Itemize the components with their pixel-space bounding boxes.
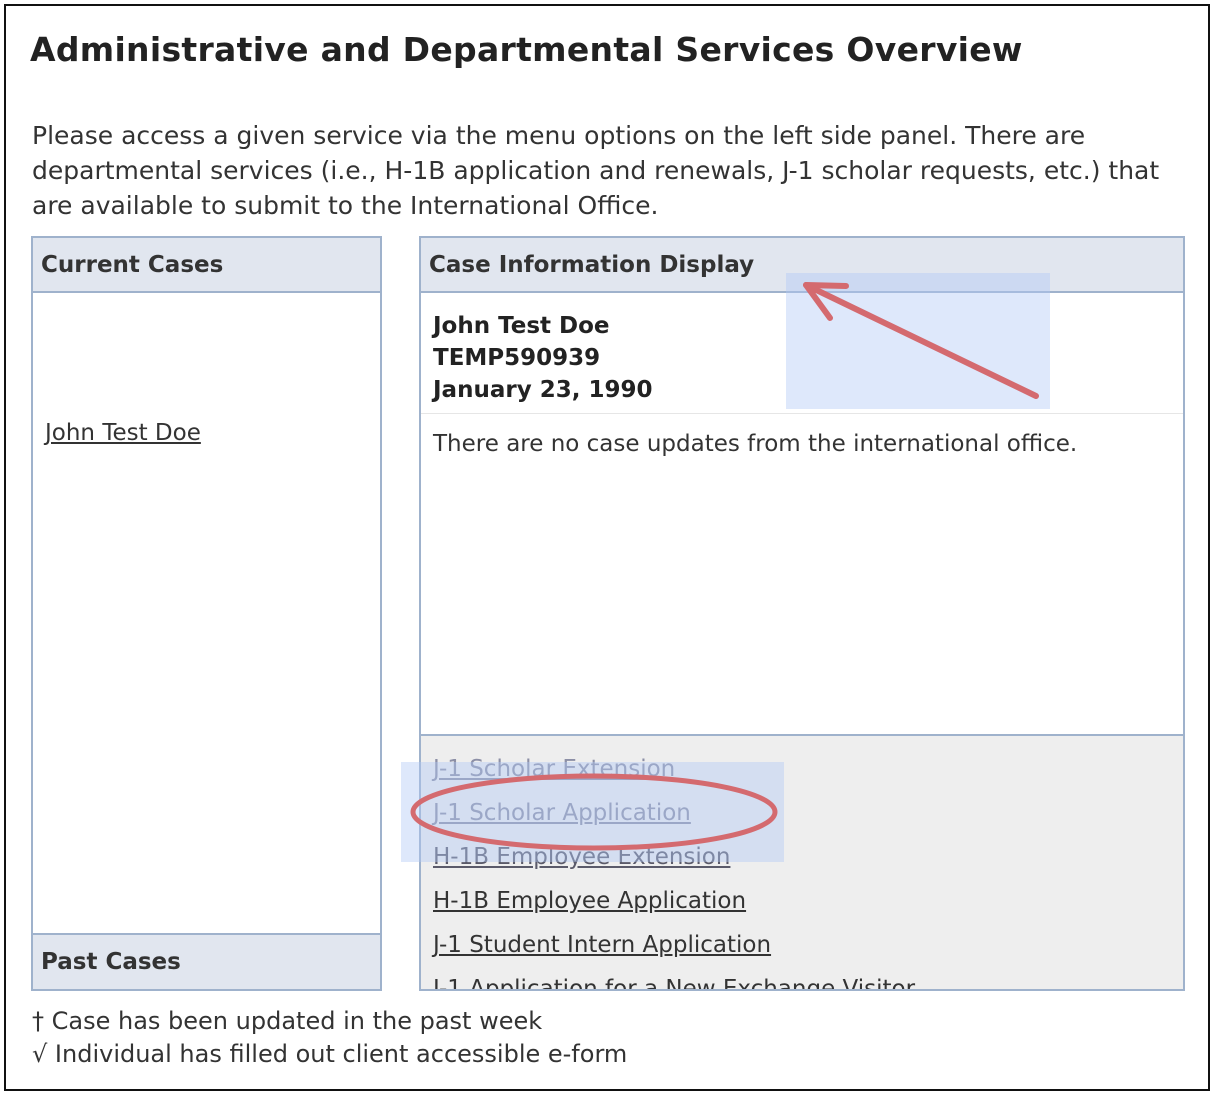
person-id: TEMP590939 — [433, 345, 601, 371]
person-name: John Test Doe — [433, 313, 610, 339]
case-updates-text: There are no case updates from the inter… — [433, 431, 1078, 457]
case-info-header: Case Information Display — [421, 238, 1183, 293]
current-cases-header: Current Cases — [33, 238, 380, 293]
service-h1b-employee-application[interactable]: H-1B Employee Application — [433, 888, 746, 914]
service-j1-student-intern-application[interactable]: J-1 Student Intern Application — [433, 932, 771, 958]
service-j1-scholar-extension[interactable]: J-1 Scholar Extension — [433, 756, 675, 782]
service-j1-new-exchange-visitor[interactable]: J-1 Application for a New Exchange Visit… — [433, 976, 915, 989]
case-link-john-test-doe[interactable]: John Test Doe — [45, 420, 201, 446]
past-cases-header[interactable]: Past Cases — [33, 933, 380, 989]
person-details: John Test Doe TEMP590939 January 23, 199… — [433, 310, 652, 406]
service-h1b-employee-extension[interactable]: H-1B Employee Extension — [433, 844, 730, 870]
service-menu: J-1 Scholar Extension J-1 Scholar Applic… — [421, 734, 1183, 989]
case-info-panel: Case Information Display John Test Doe T… — [419, 236, 1185, 991]
legend-eform: √ Individual has filled out client acces… — [32, 1040, 628, 1068]
details-divider — [421, 413, 1183, 414]
legend-updated: † Case has been updated in the past week — [32, 1007, 543, 1035]
page-title: Administrative and Departmental Services… — [30, 30, 1023, 69]
intro-text: Please access a given service via the me… — [32, 121, 1160, 220]
legend: † Case has been updated in the past week… — [32, 1005, 627, 1071]
cases-panel: Current Cases John Test Doe Past Cases — [31, 236, 382, 991]
person-dob: January 23, 1990 — [433, 377, 653, 403]
service-j1-scholar-application[interactable]: J-1 Scholar Application — [433, 800, 691, 826]
